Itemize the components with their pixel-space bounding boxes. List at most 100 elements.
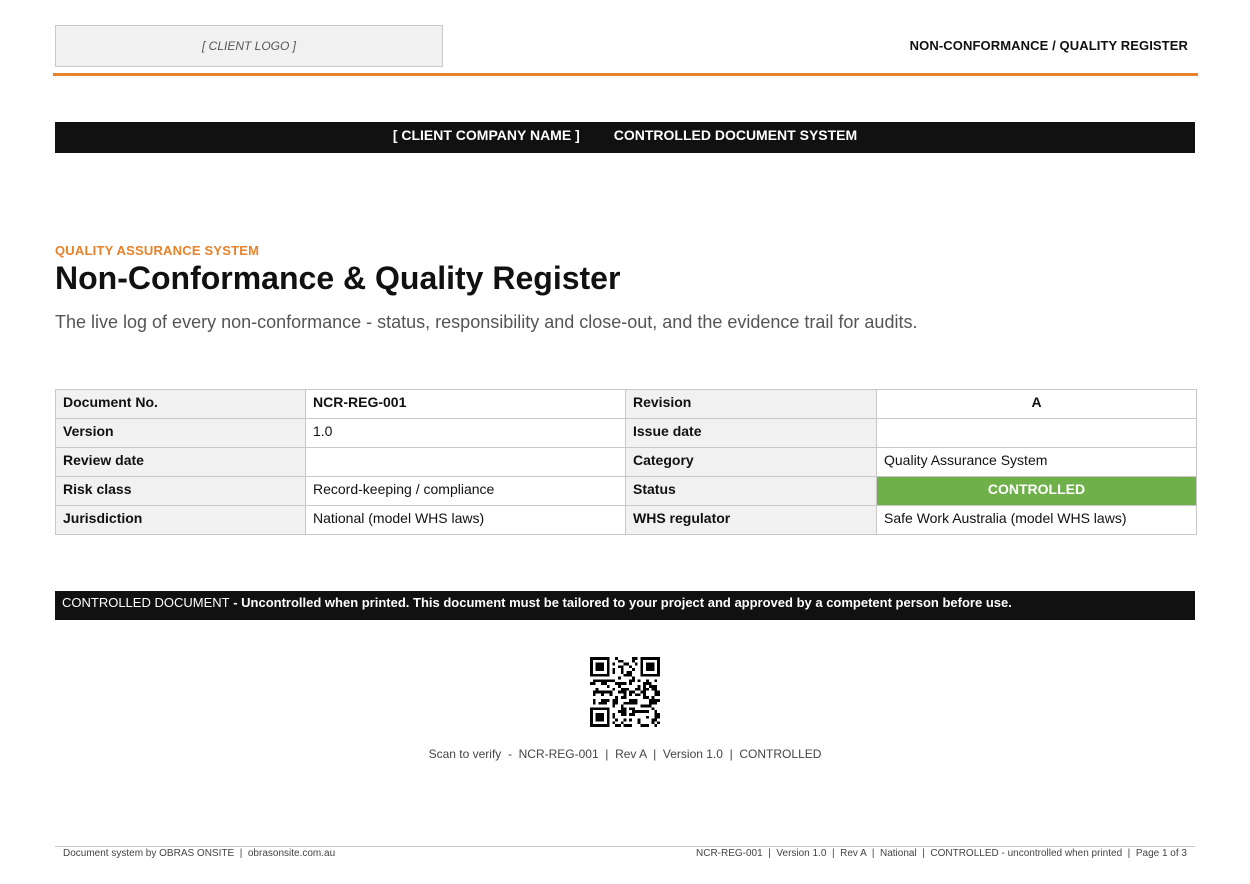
qr-module — [634, 701, 638, 705]
qr-module — [592, 690, 596, 694]
qr-module — [643, 690, 646, 694]
meta-label: Risk class — [55, 476, 306, 506]
qr-module — [592, 693, 596, 697]
qr-module — [654, 699, 658, 702]
qr-module — [595, 690, 599, 694]
qr-module — [634, 657, 638, 660]
qr-module — [657, 668, 660, 671]
qr-module — [634, 687, 638, 691]
qr-module — [606, 668, 610, 671]
document-metadata-table: Document No. NCR-REG-001 Revision A Vers… — [55, 389, 1197, 535]
qr-module — [632, 701, 635, 705]
qr-module — [620, 721, 624, 725]
qr-module — [615, 718, 618, 722]
qr-module — [632, 679, 635, 683]
qr-module — [620, 687, 624, 691]
qr-module — [604, 701, 607, 705]
qr-module — [629, 682, 632, 685]
qr-module — [618, 724, 621, 727]
qr-module — [657, 690, 660, 694]
qr-module — [651, 665, 655, 669]
qr-module — [654, 718, 658, 722]
qr-module — [648, 704, 652, 708]
qr-module — [592, 657, 596, 660]
qr-module — [598, 673, 602, 677]
qr-module — [609, 693, 613, 697]
qr-module — [632, 713, 635, 716]
qr-module — [654, 657, 658, 660]
qr-module — [598, 690, 602, 694]
qr-module — [634, 693, 638, 697]
qr-module — [601, 707, 604, 711]
meta-label: WHS regulator — [625, 505, 877, 535]
table-row: Jurisdiction National (model WHS laws) W… — [55, 505, 1197, 535]
meta-label: Issue date — [625, 418, 877, 448]
qr-module — [626, 724, 630, 727]
qr-module — [623, 724, 627, 727]
qr-module — [646, 668, 649, 671]
qr-module — [612, 668, 616, 671]
qr-module — [632, 710, 635, 713]
qr-module — [606, 690, 610, 694]
qr-module — [637, 687, 641, 691]
qr-module — [595, 673, 599, 677]
qr-module — [590, 671, 593, 674]
qr-module — [637, 710, 641, 713]
qr-module — [629, 671, 632, 674]
qr-module — [651, 668, 655, 671]
qr-module — [598, 668, 602, 671]
qr-module — [646, 724, 649, 727]
qr-module — [590, 713, 593, 716]
verification-qr-code-icon[interactable] — [590, 657, 660, 727]
register-header-title: NON-CONFORMANCE / QUALITY REGISTER — [909, 38, 1188, 53]
qr-module — [601, 718, 604, 722]
status-badge: CONTROLLED — [876, 476, 1197, 506]
qr-module — [646, 665, 649, 669]
qr-module — [623, 662, 627, 666]
qr-module — [615, 657, 618, 660]
qr-module — [640, 671, 644, 674]
qr-module — [604, 707, 607, 711]
qr-module — [654, 673, 658, 677]
qr-module — [651, 673, 655, 677]
qr-module — [640, 690, 644, 694]
qr-module — [590, 657, 593, 660]
qr-module — [643, 673, 646, 677]
qr-module — [601, 682, 604, 685]
qr-module — [615, 699, 618, 702]
qr-module — [601, 665, 604, 669]
qr-module — [651, 718, 655, 722]
qr-module — [632, 657, 635, 660]
controlled-document-notice: CONTROLLED DOCUMENT - Uncontrolled when … — [55, 591, 1195, 620]
qr-module — [606, 659, 610, 663]
qr-module — [646, 687, 649, 691]
client-logo-placeholder: [ CLIENT LOGO ] — [55, 25, 443, 67]
qr-module — [654, 715, 658, 719]
qr-module — [623, 718, 627, 722]
qr-module — [626, 673, 630, 677]
qr-module — [640, 704, 644, 708]
qr-module — [601, 693, 604, 697]
qr-module — [618, 690, 621, 694]
meta-value-risk-class: Record-keeping / compliance — [305, 476, 626, 506]
qr-module — [595, 713, 599, 716]
qr-module — [618, 659, 621, 663]
qr-module — [606, 724, 610, 727]
qr-module — [606, 657, 610, 660]
qr-module — [640, 665, 644, 669]
qr-module — [618, 685, 621, 688]
qr-module — [618, 665, 621, 669]
qr-module — [598, 662, 602, 666]
meta-label: Status — [625, 476, 877, 506]
qr-module — [592, 724, 596, 727]
qr-module — [648, 699, 652, 702]
qr-module — [612, 701, 616, 705]
qr-module — [654, 690, 658, 694]
qr-module — [615, 696, 618, 699]
company-banner: [ CLIENT COMPANY NAME ] CONTROLLED DOCUM… — [55, 122, 1195, 153]
qr-module — [590, 668, 593, 671]
qr-module — [654, 710, 658, 713]
qr-module — [629, 679, 632, 683]
qr-module — [648, 665, 652, 669]
qr-module — [620, 668, 624, 671]
